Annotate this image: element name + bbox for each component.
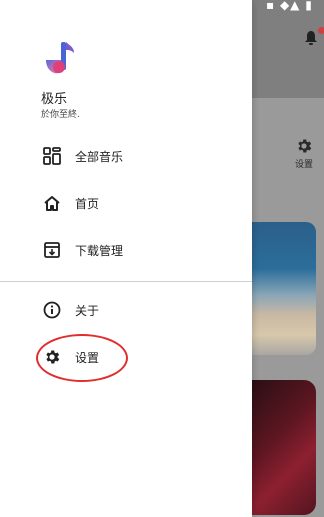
app-name: 极乐 <box>41 92 68 107</box>
background-settings-button[interactable]: 设置 <box>293 137 315 170</box>
highlight-annotation-circle <box>36 334 128 382</box>
app-logo-icon <box>46 42 74 74</box>
menu-item-label: 全部音乐 <box>75 149 124 164</box>
gear-icon <box>298 139 312 153</box>
app-tagline: 於你至終. <box>41 110 80 120</box>
menu-item-label: 关于 <box>75 303 100 318</box>
download-icon <box>42 240 62 260</box>
menu-item-home[interactable]: 首页 <box>0 184 252 222</box>
bell-icon[interactable] <box>304 30 318 46</box>
home-icon <box>42 193 62 213</box>
menu-item-downloads[interactable]: 下载管理 <box>0 231 252 269</box>
notification-badge <box>318 27 324 34</box>
menu-item-label: 首页 <box>75 196 100 211</box>
grid-icon <box>42 146 62 166</box>
info-icon <box>42 300 62 320</box>
background-header: ▪ ◆▲ ▮ <box>252 0 324 98</box>
background-settings-label: 设置 <box>294 160 313 170</box>
menu-item-all-music[interactable]: 全部音乐 <box>0 137 252 175</box>
background-playlist-card[interactable] <box>252 380 316 515</box>
status-icons: ▪ ◆▲ ▮ <box>266 0 313 12</box>
menu-divider <box>0 281 252 282</box>
navigation-drawer: 极乐 於你至終. 全部音乐 首页 下载管理 关于 设置 <box>0 0 252 517</box>
background-playlist-card[interactable] <box>252 222 316 355</box>
menu-item-label: 下载管理 <box>75 243 124 258</box>
menu-item-about[interactable]: 关于 <box>0 291 252 329</box>
